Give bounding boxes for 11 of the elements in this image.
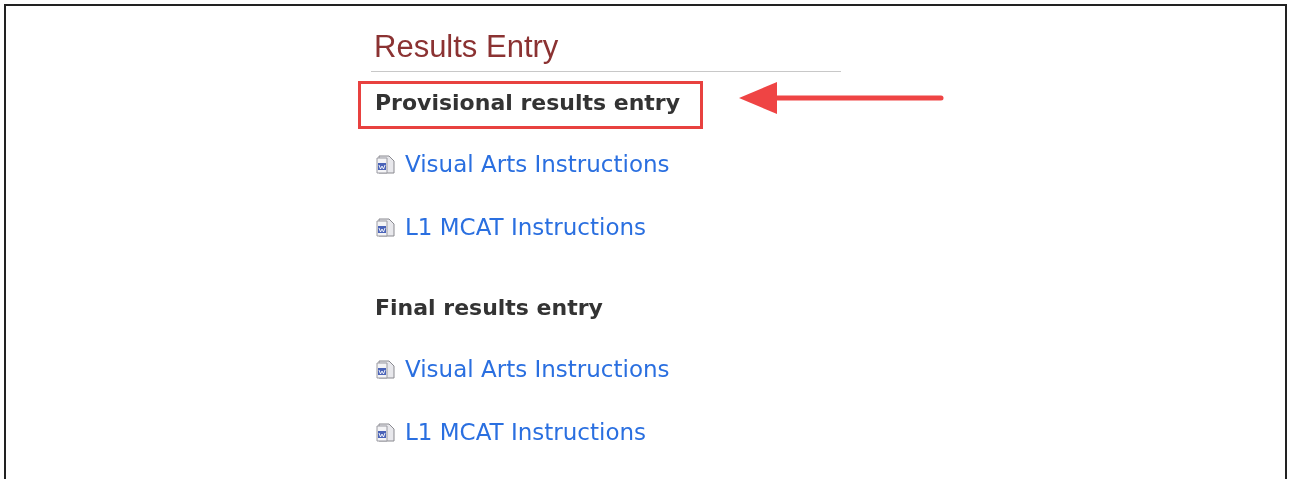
- instructions-link[interactable]: L1 MCAT Instructions: [405, 419, 647, 445]
- section-heading: Provisional results entry: [375, 90, 681, 115]
- section-heading: Final results entry: [375, 295, 603, 320]
- instructions-link[interactable]: Visual Arts Instructions: [405, 356, 670, 382]
- page-title: Results Entry: [374, 30, 559, 64]
- document-icon: [375, 421, 397, 443]
- document-icon: [375, 358, 397, 380]
- instructions-link[interactable]: L1 MCAT Instructions: [405, 214, 647, 240]
- instructions-link[interactable]: Visual Arts Instructions: [405, 151, 670, 177]
- document-icon: [375, 153, 397, 175]
- document-icon: [375, 216, 397, 238]
